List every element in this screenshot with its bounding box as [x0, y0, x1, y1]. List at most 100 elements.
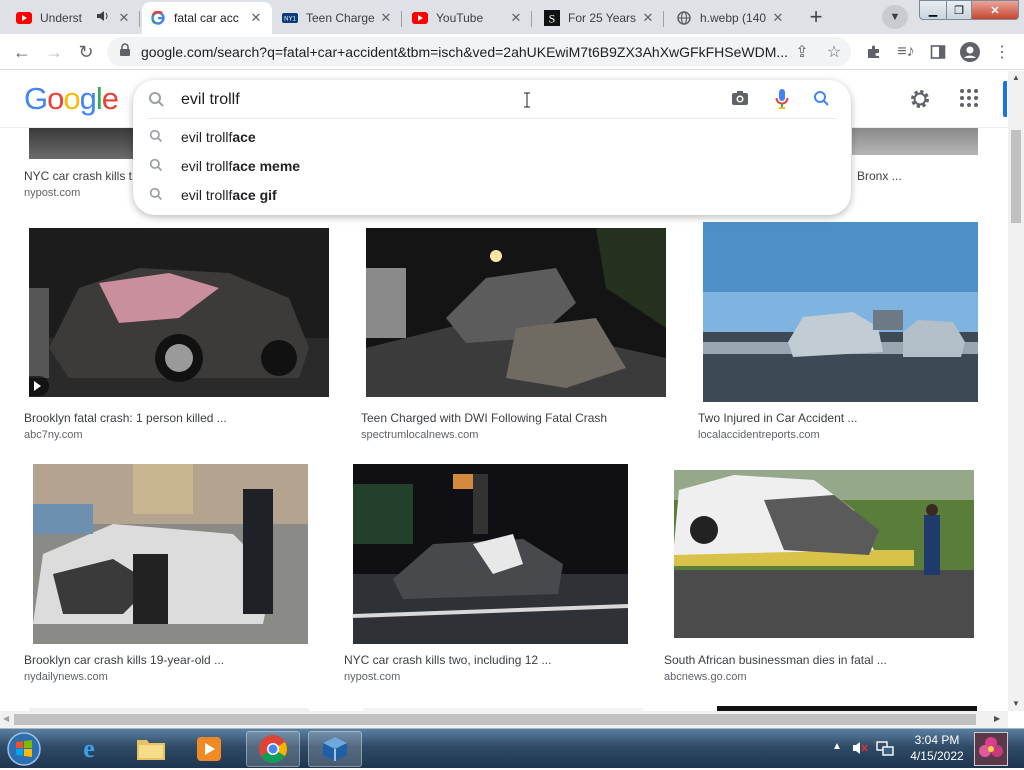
tab-5[interactable]: h.webp (140 ✕	[668, 2, 794, 34]
result-title[interactable]: Two Injured in Car Accident ...	[698, 411, 857, 425]
search-input[interactable]: evil trollf	[181, 91, 240, 109]
result-title[interactable]: Teen Charged with DWI Following Fatal Cr…	[361, 411, 607, 425]
apps-button[interactable]	[959, 88, 979, 113]
result-source[interactable]: nypost.com	[24, 187, 80, 199]
tab-close-icon[interactable]: ✕	[116, 10, 132, 26]
reload-button[interactable]: ↻	[72, 38, 100, 66]
google-logo[interactable]: Google	[24, 81, 119, 117]
minimize-button[interactable]: ▁	[919, 0, 947, 20]
new-tab-button[interactable]: +	[801, 3, 831, 31]
suggestion-item[interactable]: evil trollface	[133, 122, 851, 151]
scroll-up-icon[interactable]: ▲	[1012, 73, 1020, 82]
result-image[interactable]	[29, 228, 329, 397]
media-button[interactable]: ≡♪	[894, 40, 918, 64]
menu-button[interactable]: ⋮	[990, 40, 1014, 64]
side-panel-icon	[930, 45, 946, 59]
result-title[interactable]: NYC car crash kills two, including 12 ..…	[344, 653, 551, 667]
tab-close-icon[interactable]: ✕	[508, 10, 524, 26]
taskbar-internet-explorer[interactable]: e	[62, 731, 116, 767]
result-image[interactable]	[852, 128, 978, 155]
tab-0[interactable]: Underst ✕	[8, 2, 140, 34]
scroll-down-icon[interactable]: ▼	[1012, 699, 1020, 708]
taskbar-file-explorer[interactable]	[124, 731, 178, 767]
scroll-left-icon[interactable]: ◀	[3, 714, 9, 723]
result-source[interactable]: localaccidentreports.com	[698, 429, 820, 441]
system-clock[interactable]: 3:04 PM 4/15/2022	[904, 732, 970, 764]
speaker-icon[interactable]	[94, 10, 110, 26]
address-bar[interactable]: google.com/search?q=fatal+car+accident&t…	[107, 37, 851, 67]
avatar-icon	[960, 42, 980, 62]
speaker-muted-icon[interactable]	[852, 740, 868, 761]
result-image[interactable]	[703, 222, 978, 402]
sign-in-button-edge[interactable]	[1003, 81, 1007, 117]
tab-3[interactable]: YouTube ✕	[404, 2, 532, 34]
result-title[interactable]: Bronx ...	[857, 169, 902, 183]
start-button[interactable]	[0, 731, 48, 767]
scroll-right-icon[interactable]: ▶	[994, 714, 1000, 723]
search-icon	[149, 158, 164, 176]
cube-icon	[323, 737, 347, 761]
tab-search-button[interactable]: ▼	[882, 5, 908, 29]
network-icon[interactable]	[876, 740, 894, 761]
taskbar-media-player[interactable]	[182, 731, 236, 767]
suggestion-item[interactable]: evil trollface gif	[133, 180, 851, 209]
windows-logo-icon	[7, 732, 41, 766]
search-icon	[149, 187, 164, 205]
forward-button[interactable]: →	[40, 38, 68, 66]
play-icon[interactable]	[29, 376, 49, 396]
arrow-left-icon: ←	[13, 41, 31, 62]
suggestion-completion: ace	[232, 128, 256, 145]
tab-close-icon[interactable]: ✕	[378, 10, 394, 26]
result-title[interactable]: South African businessman dies in fatal …	[664, 653, 887, 667]
extensions-button[interactable]	[862, 40, 886, 64]
result-image[interactable]	[33, 464, 308, 644]
suggestion-item[interactable]: evil trollface meme	[133, 151, 851, 180]
globe-icon	[676, 10, 692, 26]
horizontal-scroll-thumb[interactable]	[14, 714, 976, 725]
taskbar-virtualbox[interactable]	[308, 731, 362, 767]
close-window-button[interactable]: ✕	[971, 0, 1019, 20]
taskbar-chrome[interactable]	[246, 731, 300, 767]
tab-2[interactable]: NY1 Teen Charge ✕	[274, 2, 402, 34]
user-avatar[interactable]	[974, 732, 1008, 766]
tab-close-icon[interactable]: ✕	[248, 10, 264, 26]
search-submit-icon[interactable]	[813, 90, 831, 113]
result-source[interactable]: abc7ny.com	[24, 429, 83, 441]
result-image[interactable]	[353, 464, 628, 644]
tab-1[interactable]: fatal car acc ✕	[142, 2, 272, 34]
profile-button[interactable]	[958, 40, 982, 64]
side-panel-button[interactable]	[926, 40, 950, 64]
browser-toolbar: ← → ↻ google.com/search?q=fatal+car+acci…	[0, 34, 1024, 70]
show-hidden-icons-icon[interactable]: ▲	[832, 741, 842, 752]
settings-button[interactable]	[908, 87, 932, 116]
tab-4[interactable]: S For 25 Years ✕	[536, 2, 664, 34]
bookmark-button[interactable]: ☆	[822, 40, 846, 64]
camera-icon[interactable]	[731, 90, 749, 111]
search-icon	[149, 129, 164, 147]
result-source[interactable]: spectrumlocalnews.com	[361, 429, 478, 441]
tab-close-icon[interactable]: ✕	[640, 10, 656, 26]
maximize-button[interactable]: ❐	[946, 0, 972, 20]
back-button[interactable]: ←	[8, 38, 36, 66]
result-source[interactable]: nydailynews.com	[24, 671, 108, 683]
result-source[interactable]: abcnews.go.com	[664, 671, 747, 683]
result-source[interactable]: nypost.com	[344, 671, 400, 683]
clock-time: 3:04 PM	[914, 733, 960, 747]
music-icon: ≡♪	[897, 43, 915, 60]
url-text: google.com/search?q=fatal+car+accident&t…	[141, 44, 789, 60]
vertical-scroll-thumb[interactable]	[1011, 130, 1021, 223]
microphone-icon[interactable]	[775, 88, 789, 115]
puzzle-icon	[868, 45, 879, 58]
media-player-icon	[197, 737, 221, 761]
result-title[interactable]: Brooklyn fatal crash: 1 person killed ..…	[24, 411, 227, 425]
result-image[interactable]	[29, 128, 139, 159]
tab-close-icon[interactable]: ✕	[770, 10, 786, 26]
result-image[interactable]	[366, 228, 666, 397]
search-box[interactable]: evil trollf evil trollface evil trollfac…	[133, 80, 851, 215]
result-image[interactable]	[674, 470, 974, 638]
youtube-icon	[412, 10, 428, 26]
result-title[interactable]: NYC car crash kills t	[24, 169, 132, 183]
share-button[interactable]: ⇪	[790, 40, 814, 64]
suggestion-completion: ace gif	[232, 186, 277, 203]
result-title[interactable]: Brooklyn car crash kills 19-year-old ...	[24, 653, 224, 667]
